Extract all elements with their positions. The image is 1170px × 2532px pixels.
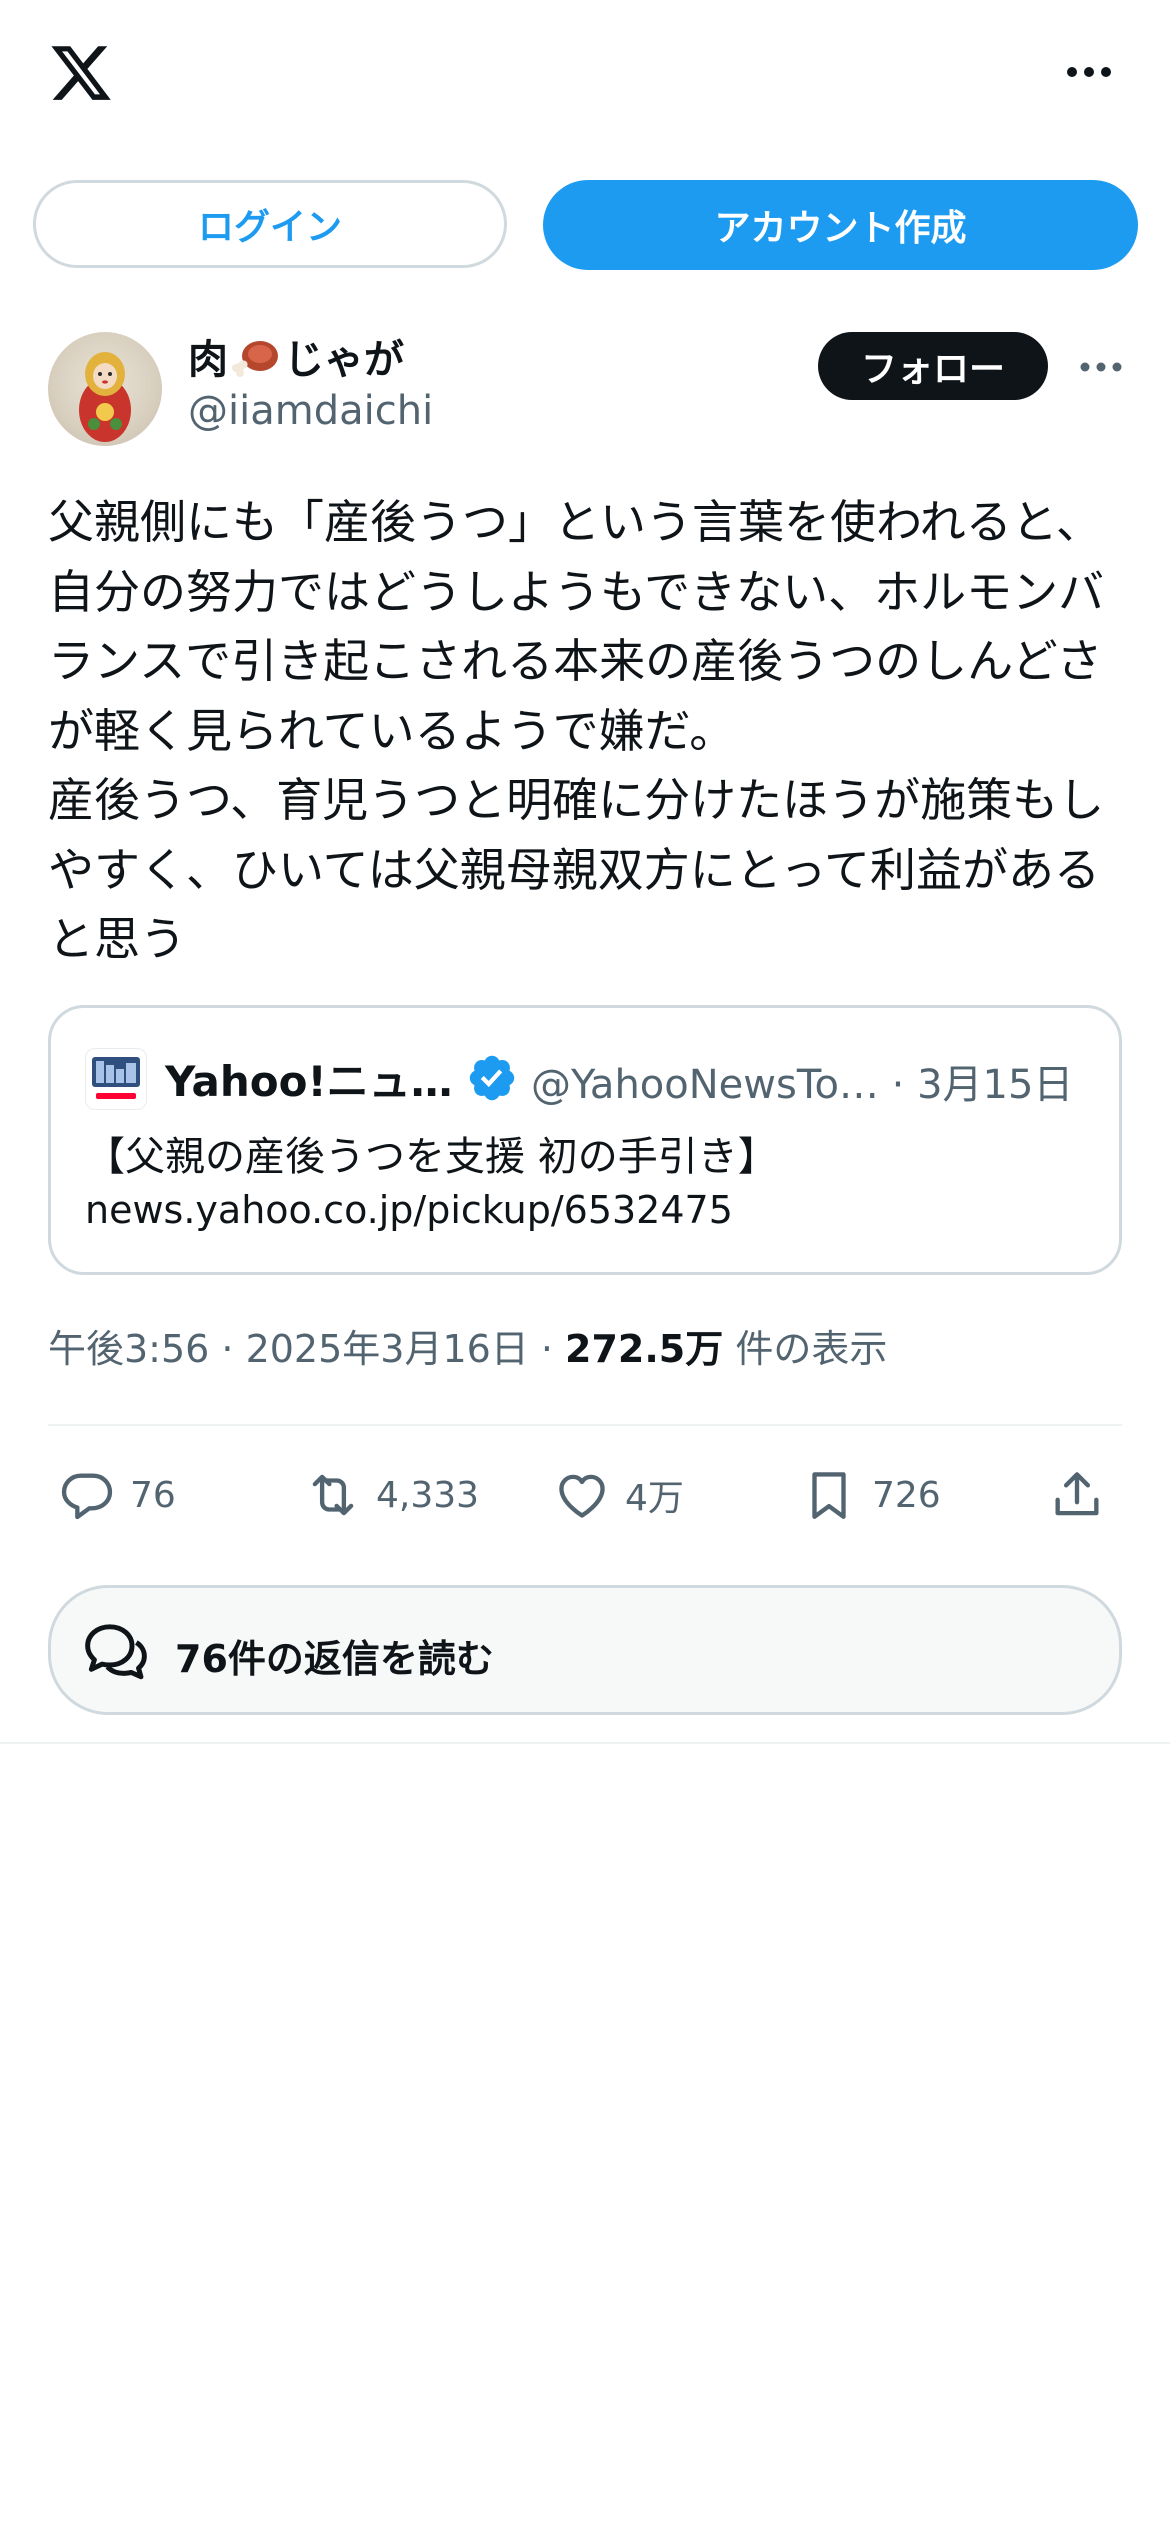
matryoshka-doll-icon	[79, 352, 131, 442]
auth-buttons: ログイン アカウント作成	[33, 180, 1138, 270]
signup-button[interactable]: アカウント作成	[543, 180, 1138, 270]
login-button[interactable]: ログイン	[33, 180, 507, 268]
more-horizontal-icon[interactable]	[1064, 58, 1114, 86]
tweet-author: 肉 じゃが @iiamdaichi フォロー	[48, 330, 1128, 450]
share-button[interactable]	[1048, 1455, 1120, 1535]
divider	[0, 1742, 1170, 1744]
retweet-button[interactable]: 4,333	[304, 1455, 479, 1535]
meat-on-bone-icon	[232, 341, 278, 377]
heart-icon	[559, 1474, 605, 1518]
view-label: 件の表示	[723, 1327, 888, 1371]
read-replies-label: 76件の返信を読む	[175, 1637, 494, 1681]
quote-tweet-card[interactable]: Yahoo!ニュ… @YahooNewsTo… · 3月15日 【父親の産後うつ…	[48, 1005, 1122, 1275]
divider	[48, 1424, 1122, 1426]
follow-button[interactable]: フォロー	[818, 332, 1048, 400]
bookmark-count: 726	[872, 1474, 941, 1516]
quote-link[interactable]: news.yahoo.co.jp/pickup/6532475	[85, 1188, 733, 1232]
reply-count: 76	[130, 1474, 176, 1516]
bookmark-icon	[812, 1472, 846, 1519]
reply-icon	[61, 1473, 113, 1520]
bookmark-button[interactable]: 726	[800, 1455, 941, 1535]
author-handle[interactable]: @iiamdaichi	[188, 388, 433, 434]
view-count: 272.5万	[565, 1327, 724, 1371]
tweet-meta: 午後3:56 · 2025年3月16日 · 272.5万 件の表示	[48, 1318, 887, 1373]
author-name-suffix: じゃが	[284, 337, 404, 383]
retweet-count: 4,333	[376, 1474, 480, 1516]
quote-text: 【父親の産後うつを支援 初の手引き】	[85, 1134, 778, 1180]
quote-avatar	[85, 1048, 147, 1110]
author-name[interactable]: 肉 じゃが	[188, 330, 404, 383]
x-logo-icon[interactable]	[46, 40, 116, 106]
reply-bubbles-icon	[85, 1624, 147, 1680]
tweet-text: 父親側にも「産後うつ」という言葉を使われると、自分の努力ではどうしようもできない…	[48, 495, 1105, 966]
share-icon	[1055, 1472, 1099, 1516]
like-button[interactable]: 4万	[553, 1455, 684, 1535]
yahoo-news-logo-icon	[92, 1057, 140, 1099]
reply-button[interactable]: 76	[58, 1455, 176, 1535]
tweet-timestamp[interactable]: 午後3:56 · 2025年3月16日 ·	[48, 1327, 565, 1371]
quote-author-name: Yahoo!ニュ…	[165, 1057, 453, 1106]
avatar[interactable]	[48, 332, 162, 446]
read-replies-button[interactable]: 76件の返信を読む	[48, 1585, 1122, 1715]
author-name-prefix: 肉	[188, 337, 228, 383]
quote-handle-date: @YahooNewsTo… · 3月15日	[531, 1062, 1074, 1108]
retweet-icon	[312, 1474, 354, 1516]
action-bar: 76 4,333 4万 726	[48, 1455, 1122, 1535]
verified-badge-icon	[469, 1055, 515, 1101]
like-count: 4万	[625, 1478, 684, 1519]
top-bar	[0, 0, 1170, 150]
more-horizontal-icon[interactable]	[1078, 356, 1124, 378]
